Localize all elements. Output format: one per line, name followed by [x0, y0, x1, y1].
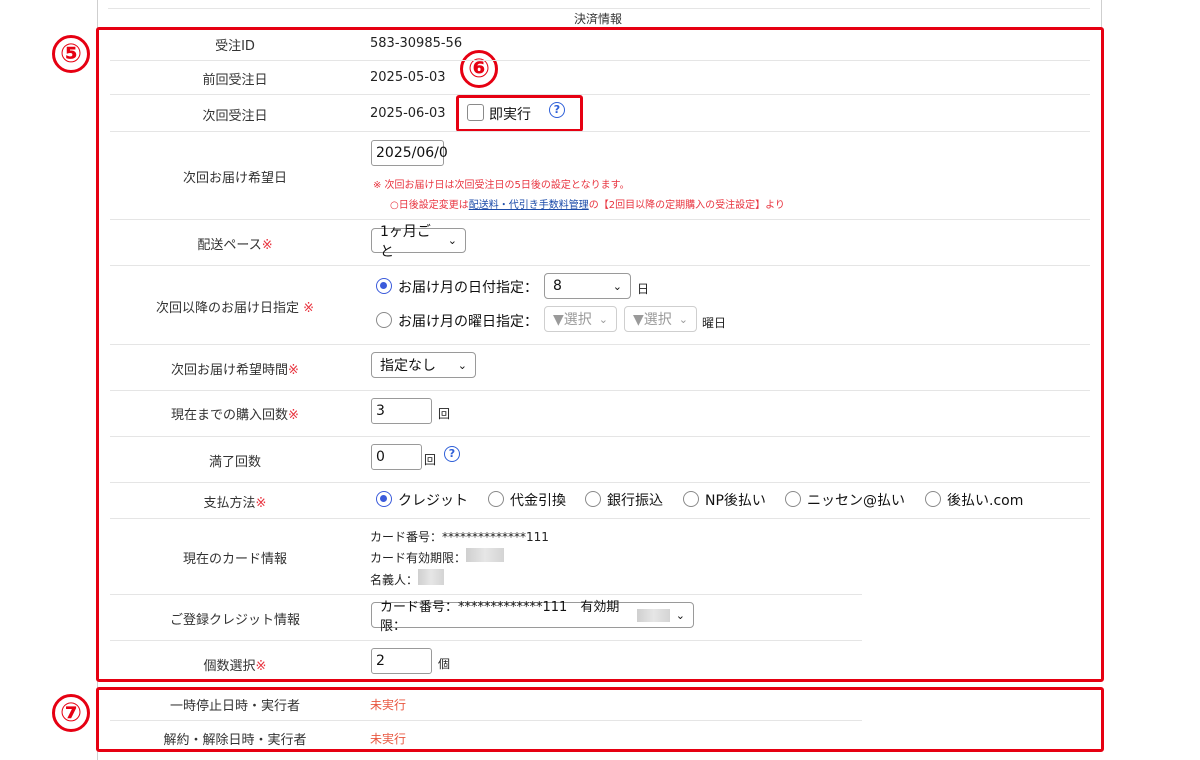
delivery-date-select[interactable]: 8 ⌄: [544, 273, 631, 299]
radio-credit[interactable]: [376, 491, 392, 507]
help-icon[interactable]: ?: [549, 102, 565, 118]
quantity-label: 個数選択※: [203, 659, 267, 674]
redacted-holder: [418, 569, 444, 585]
payment-option-np-atobarai: NP後払い: [705, 493, 766, 509]
payment-option-cod: 代金引換: [510, 493, 566, 509]
completion-count-label: 満了回数: [208, 455, 261, 470]
next-order-date-label: 次回受注日: [202, 109, 268, 124]
row-divider: [110, 219, 1090, 220]
shipping-fee-settings-link[interactable]: 配送料・代引き手数料管理: [469, 200, 589, 211]
next-order-date-value: 2025-06-03: [370, 106, 446, 121]
row-divider: [110, 594, 862, 595]
quantity-input[interactable]: 2: [371, 648, 432, 674]
radio-date-designation[interactable]: [376, 278, 392, 294]
delivery-pace-label: 配送ペース※: [197, 238, 273, 253]
card-expiry-text: カード有効期限：: [370, 551, 467, 565]
completion-count-input[interactable]: 0: [371, 444, 422, 470]
row-divider: [110, 131, 1090, 132]
weekday-unit-label: 曜日: [702, 316, 727, 330]
order-id-value: 583-30985-56: [370, 36, 463, 51]
immediate-execute-label[interactable]: 即実行: [489, 104, 531, 124]
redacted-credit-expiry: [637, 608, 670, 622]
delivery-date-note: ※ 次回お届け日は次回受注日の5日後の設定となります。: [373, 180, 630, 191]
delivery-pace-select[interactable]: 1ヶ月ごと ⌄: [371, 224, 466, 260]
row-divider: [110, 518, 1090, 519]
radio-nissen[interactable]: [785, 491, 801, 507]
date-unit-label: 日: [637, 282, 650, 296]
row-divider: [110, 344, 1090, 345]
pause-label: 一時停止日時・実行者: [169, 699, 300, 714]
week-select[interactable]: ▼選択 ⌄: [544, 306, 617, 332]
payment-option-bank-transfer: 銀行振込: [607, 493, 663, 509]
weekday-designation-label: お届け月の曜日指定：: [398, 314, 538, 330]
row-divider: [110, 720, 862, 721]
registered-credit-select[interactable]: カード番号：*************111 有効期限： ⌄: [371, 600, 694, 634]
payment-option-atobarai-com: 後払い.com: [947, 493, 1024, 509]
date-designation-label: お届け月の日付指定：: [398, 280, 538, 296]
help-icon[interactable]: ?: [444, 446, 460, 462]
chevron-down-icon: ⌄: [457, 358, 467, 372]
row-divider: [110, 265, 1090, 266]
radio-cod[interactable]: [488, 491, 504, 507]
row-divider: [110, 436, 1090, 437]
card-number-text: カード番号：**************111: [370, 530, 549, 544]
next-delivery-date-label: 次回お届け希望日: [182, 171, 287, 186]
marker-7: ⑦: [52, 694, 90, 732]
radio-np-atobarai[interactable]: [683, 491, 699, 507]
top-divider: [108, 8, 1090, 9]
row-divider: [110, 482, 1090, 483]
chevron-down-icon: ⌄: [447, 234, 457, 247]
next-delivery-date-input[interactable]: 2025/06/0: [371, 140, 448, 166]
chevron-down-icon: ⌄: [598, 312, 608, 326]
purchase-count-unit: 回: [438, 407, 451, 421]
radio-weekday-designation[interactable]: [376, 312, 392, 328]
row-divider: [110, 60, 1090, 61]
quantity-unit: 個: [438, 657, 451, 671]
redacted-expiry: [466, 548, 504, 562]
immediate-execute-checkbox[interactable]: [467, 104, 484, 121]
registered-credit-label: ご登録クレジット情報: [169, 613, 300, 628]
payment-option-credit: クレジット: [398, 493, 468, 509]
marker-5: ⑤: [52, 35, 90, 73]
chevron-down-icon: ⌄: [612, 279, 622, 293]
pause-status: 未実行: [370, 698, 407, 712]
delivery-date-setting-note: ○日後設定変更は配送料・代引き手数料管理の【2回目以降の定期購入の受注設定】より: [390, 200, 785, 211]
purchase-count-label: 現在までの購入回数※: [171, 408, 299, 423]
prev-order-date-label: 前回受注日: [202, 73, 268, 88]
row-divider: [110, 640, 862, 641]
radio-atobarai-com[interactable]: [925, 491, 941, 507]
prev-order-date-value: 2025-05-03: [370, 70, 446, 85]
weekday-select[interactable]: ▼選択 ⌄: [624, 306, 697, 332]
delivery-time-select[interactable]: 指定なし ⌄: [371, 352, 476, 378]
payment-option-nissen: ニッセン@払い: [807, 493, 905, 509]
section-title: 決済情報: [573, 12, 622, 26]
cancel-status: 未実行: [370, 732, 407, 746]
card-holder-text: 名義人：: [370, 573, 419, 587]
current-card-label: 現在のカード情報: [182, 552, 287, 567]
completion-count-unit: 回: [424, 453, 437, 467]
highlight-box-5: [96, 27, 1104, 682]
row-divider: [110, 390, 1090, 391]
delivery-time-label: 次回お届け希望時間※: [171, 363, 299, 378]
order-id-label: 受注ID: [215, 39, 255, 54]
delivery-day-label: 次回以降のお届け日指定 ※: [155, 301, 315, 316]
cancel-label: 解約・解除日時・実行者: [163, 733, 307, 748]
payment-method-label: 支払方法※: [203, 496, 267, 511]
chevron-down-icon: ⌄: [675, 608, 685, 622]
chevron-down-icon: ⌄: [678, 312, 688, 326]
row-divider: [110, 94, 1090, 95]
purchase-count-input[interactable]: 3: [371, 398, 432, 424]
radio-bank-transfer[interactable]: [585, 491, 601, 507]
